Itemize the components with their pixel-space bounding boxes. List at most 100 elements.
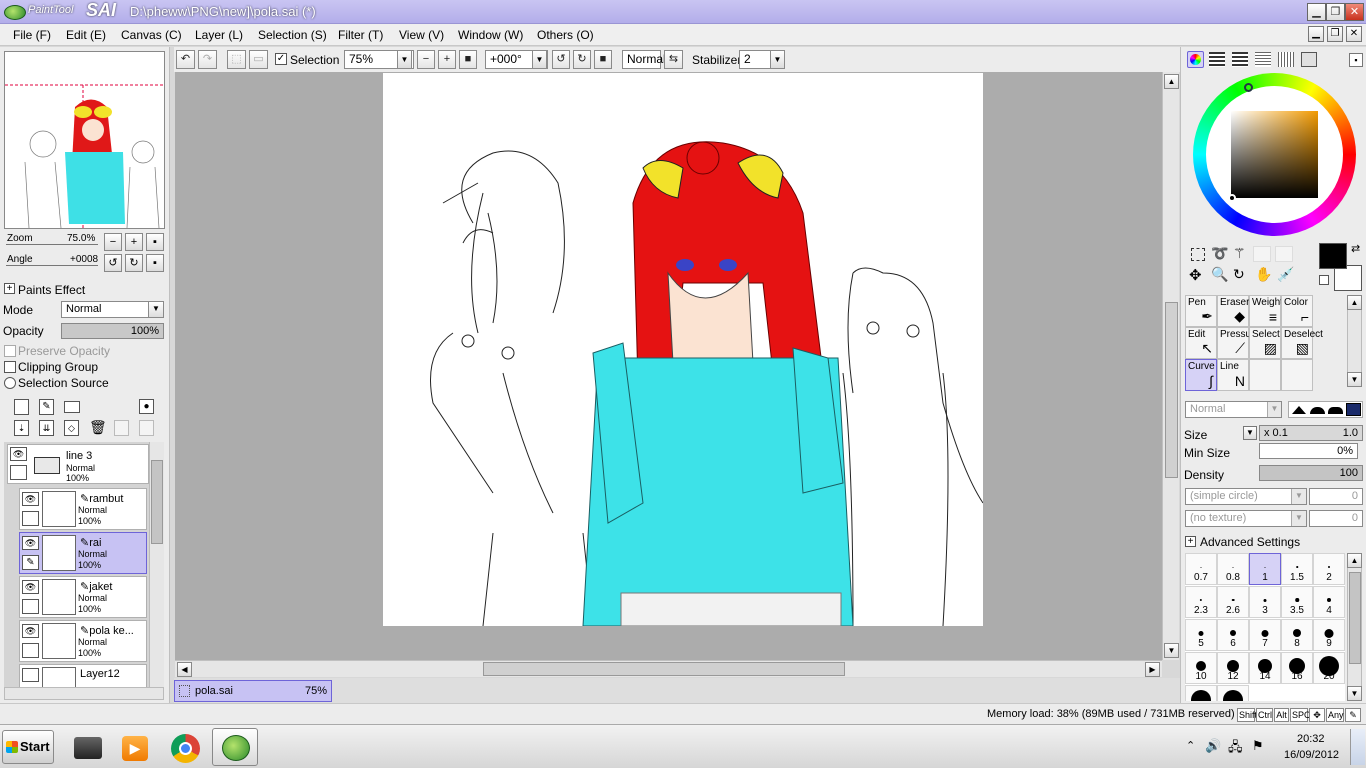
- zoom-out-icon[interactable]: −: [417, 50, 435, 69]
- brush-size-7[interactable]: 7: [1249, 619, 1281, 651]
- lock-icon[interactable]: [22, 511, 39, 526]
- scroll-up-icon[interactable]: ▲: [1347, 553, 1362, 568]
- new-linework-layer-icon[interactable]: ✎: [39, 399, 54, 415]
- zoom-tool-icon[interactable]: 🔍: [1211, 266, 1228, 283]
- swatches-tab-icon[interactable]: [1255, 52, 1271, 67]
- pen-edit-icon[interactable]: ✎: [22, 555, 39, 570]
- layer-row-layer12[interactable]: Layer12: [19, 664, 147, 687]
- brush-size-20[interactable]: 20: [1313, 652, 1345, 684]
- brush-size-14[interactable]: 14: [1249, 652, 1281, 684]
- tool-edit[interactable]: Edit ↖: [1185, 327, 1217, 359]
- scroll-down-icon[interactable]: ▼: [1347, 372, 1362, 387]
- tool-eraser[interactable]: Eraser ◆: [1217, 295, 1249, 327]
- color-wheel-tab-icon[interactable]: [1187, 51, 1204, 68]
- rotate-reset-button[interactable]: ▪: [146, 254, 164, 272]
- color-marker[interactable]: [1228, 194, 1236, 202]
- chevron-down-icon[interactable]: ▼: [1291, 511, 1306, 526]
- merge-visible-icon[interactable]: [114, 420, 129, 436]
- eye-icon[interactable]: 👁: [10, 447, 27, 461]
- doc-minimize-button[interactable]: ▁: [1308, 26, 1324, 42]
- tool-grid-scrollbar[interactable]: ▲ ▼: [1347, 295, 1362, 387]
- lasso-icon[interactable]: ➰: [1211, 245, 1228, 262]
- brush-size-12[interactable]: 12: [1217, 652, 1249, 684]
- redo-icon[interactable]: ↷: [198, 50, 217, 69]
- layer-row-pola[interactable]: 👁 ✎pola ke... Normal 100%: [19, 620, 147, 662]
- stabilizer-dropdown-icon[interactable]: ▼: [770, 50, 785, 69]
- panel-menu-icon[interactable]: ▪: [1349, 53, 1363, 67]
- lock-icon[interactable]: [10, 465, 27, 480]
- menu-file[interactable]: File (F): [13, 28, 51, 42]
- new-folder-icon[interactable]: [64, 401, 80, 413]
- tip-shape-medium-icon[interactable]: [1310, 407, 1325, 414]
- size-multiplier-dropdown-icon[interactable]: ▼: [1243, 426, 1257, 440]
- taskbar-paint-tool-sai[interactable]: [212, 728, 258, 766]
- hue-marker[interactable]: [1244, 83, 1253, 92]
- texture-select[interactable]: (no texture): [1185, 510, 1307, 527]
- brush-size-16[interactable]: 16: [1281, 652, 1313, 684]
- undo-icon[interactable]: ↶: [176, 50, 195, 69]
- swap-colors-icon[interactable]: ⇄: [1351, 242, 1360, 255]
- deselect-icon[interactable]: ⬚: [227, 50, 246, 69]
- tool-deselect[interactable]: Deselect ▧: [1281, 327, 1323, 359]
- doc-restore-button[interactable]: ❐: [1327, 26, 1343, 42]
- close-button[interactable]: ✕: [1345, 3, 1364, 21]
- menu-filter[interactable]: Filter (T): [338, 28, 383, 42]
- brush-size-1.5[interactable]: 1.5: [1281, 553, 1313, 585]
- scroll-up-icon[interactable]: ▲: [1347, 295, 1362, 310]
- invert-selection-icon[interactable]: ▭: [249, 50, 268, 69]
- zoom-out-button[interactable]: −: [104, 233, 122, 251]
- menu-others[interactable]: Others (O): [537, 28, 594, 42]
- brush-grid-scrollbar[interactable]: ▲ ▼: [1347, 553, 1362, 701]
- transfer-down-icon[interactable]: ⇣: [14, 420, 29, 436]
- density-slider[interactable]: 100: [1259, 465, 1363, 481]
- network-icon[interactable]: 🖧: [1228, 738, 1243, 760]
- layer-row-rai[interactable]: 👁 ✎ ✎rai Normal 100%: [19, 532, 147, 574]
- navigator-preview[interactable]: [4, 51, 165, 229]
- rotation-reset-icon[interactable]: ■: [594, 50, 612, 69]
- brush-shape-select[interactable]: (simple circle): [1185, 488, 1307, 505]
- brush-size-2.6[interactable]: 2.6: [1217, 586, 1249, 618]
- minimize-button[interactable]: ▁: [1307, 3, 1326, 21]
- restore-button[interactable]: ❐: [1326, 3, 1345, 21]
- tip-shape-soft-icon[interactable]: [1328, 407, 1343, 414]
- menu-view[interactable]: View (V): [399, 28, 444, 42]
- drawing-canvas[interactable]: [383, 73, 983, 626]
- layer-row-jaket[interactable]: 👁 ✎jaket Normal 100%: [19, 576, 147, 618]
- menu-edit[interactable]: Edit (E): [66, 28, 106, 42]
- brush-size-large[interactable]: [1185, 685, 1217, 701]
- brush-shape-strength[interactable]: 0: [1309, 488, 1363, 505]
- move-icon[interactable]: ✥: [1189, 266, 1202, 284]
- vertical-scroll-thumb[interactable]: [1165, 302, 1178, 478]
- texture-strength[interactable]: 0: [1309, 510, 1363, 527]
- rect-select-icon[interactable]: [1191, 248, 1205, 261]
- tool-pressure[interactable]: Pressure ⟋: [1217, 327, 1260, 359]
- flatten-icon[interactable]: [139, 420, 154, 436]
- brush-size-0.7[interactable]: 0.7: [1185, 553, 1217, 585]
- opacity-slider[interactable]: 100%: [61, 323, 164, 339]
- flip-icon[interactable]: ⇆: [664, 50, 683, 69]
- doc-tab-pola[interactable]: pola.sai 75%: [174, 680, 332, 702]
- tool-select[interactable]: Select ▨: [1249, 327, 1281, 359]
- merge-down-icon[interactable]: ⇊: [39, 420, 54, 436]
- eye-icon[interactable]: 👁: [22, 536, 39, 550]
- show-desktop-button[interactable]: [1350, 729, 1365, 765]
- angle-slider[interactable]: [6, 265, 98, 266]
- tool-pen[interactable]: Pen ✒: [1185, 295, 1217, 327]
- canvas-horizontal-scrollbar[interactable]: ◀ ▶: [175, 660, 1162, 677]
- eye-icon[interactable]: 👁: [22, 624, 39, 638]
- selection-source-checkbox[interactable]: [4, 377, 16, 389]
- rotate-cw-icon[interactable]: ↻: [573, 50, 591, 69]
- layer-row-rambut[interactable]: 👁 ✎rambut Normal 100%: [19, 488, 147, 530]
- menu-layer[interactable]: Layer (L): [195, 28, 243, 42]
- brush-size-5[interactable]: 5: [1185, 619, 1217, 651]
- taskbar-media-player[interactable]: ▶: [112, 728, 158, 766]
- blend-mode-field[interactable]: Normal: [622, 50, 666, 69]
- tool-color[interactable]: Color ⌐: [1281, 295, 1313, 327]
- brush-size-3.5[interactable]: 3.5: [1281, 586, 1313, 618]
- clear-layer-icon[interactable]: ◇: [64, 420, 79, 436]
- brush-size-3[interactable]: 3: [1249, 586, 1281, 618]
- hsv-slider-tab-icon[interactable]: [1232, 52, 1248, 67]
- rotate-ccw-icon[interactable]: ↺: [552, 50, 570, 69]
- brush-size-9[interactable]: 9: [1313, 619, 1345, 651]
- menu-selection[interactable]: Selection (S): [258, 28, 327, 42]
